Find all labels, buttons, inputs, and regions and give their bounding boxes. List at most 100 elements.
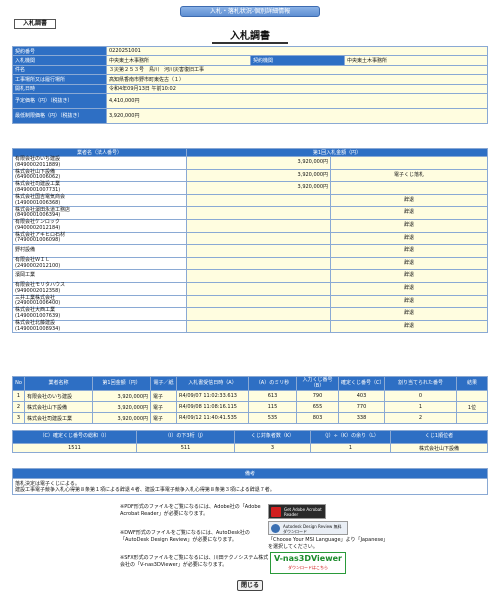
lottery-cell	[456, 412, 488, 424]
close-button[interactable]: 閉じる	[237, 580, 263, 591]
bid-amount	[186, 281, 331, 296]
dwf-note: ※DWF形式のファイルをご覧になるには、AutoDesk社の「AutoDesk …	[120, 530, 250, 543]
bidder-corporate-number: (1490001006368)	[15, 199, 61, 206]
summary-header-cell: くじ1順位者	[390, 430, 488, 444]
open-date-value: 令和4年09月13日 午前10:02	[106, 83, 488, 94]
bidder-corporate-number: (2490002012100)	[15, 262, 61, 269]
document-tag: 入札調書	[14, 19, 56, 29]
item-label: 件名	[12, 64, 107, 76]
lottery-header-cell: （A）のミリ秒	[248, 376, 297, 391]
lottery-header-cell: 入力くじ番号（B）	[296, 376, 339, 391]
bidder-name-cell: 株式会社国吉電気商会 (1490001006368)	[12, 193, 187, 208]
bidder-name-cell: 株式会社司建設工業 (8490001007731)	[12, 181, 187, 195]
summary-header-cell: （C）確定くじ番号の総和（I）	[12, 430, 137, 444]
bidder-name-cell: 有限会社ＷＩＬ (2490002012100)	[12, 256, 187, 271]
summary-value-cell: 1	[310, 443, 391, 453]
adobe-reader-badge[interactable]: Get Adobe Acrobat Reader	[268, 504, 326, 519]
contract-no-value: 0220251001	[106, 45, 488, 57]
vnas-badge-sublabel: ダウンロードはこちら	[288, 565, 328, 570]
summary-value-cell: 1511	[12, 443, 137, 453]
location-value: 高知県香南市野市町東佐古（１）	[106, 74, 488, 85]
lottery-cell: 2	[12, 401, 25, 413]
bidder-corporate-number: (9400002012184)	[15, 224, 61, 231]
lottery-cell: 535	[248, 412, 297, 424]
dwf-language-note: 「Choose Your MSI Language」より「Japanese」を選…	[268, 537, 386, 550]
lottery-table: No 業者名称 第1回金額（円） 電子／紙 入札書受信日時（A） （A）のミリ秒 入力くじ番…	[12, 376, 488, 424]
bidder-row: 三井工業株式会社 (2490001006400) 辞退	[12, 294, 488, 309]
bidder-corporate-number: (8490001006394)	[15, 212, 61, 219]
lottery-cell: 3	[12, 412, 25, 424]
bidder-corporate-number: (1490001008934)	[15, 325, 61, 332]
lottery-cell: 1	[12, 390, 25, 402]
bidder-row: 有限会社ケンロック (9400002012184) 辞退	[12, 218, 488, 233]
lottery-cell: 有限会社のいち建設	[24, 390, 93, 402]
open-date-label: 開札日時	[12, 83, 107, 94]
bid-amount	[186, 319, 331, 334]
contract-agency-value: 中央東土木事務所	[344, 55, 488, 66]
bid-note: 辞退	[330, 193, 488, 208]
lottery-cell: 株式会社山下設備	[24, 401, 93, 413]
lottery-row: 3 株式会社司建設工業 3,920,000円 電子 R4/09/12 11:40:41.…	[12, 412, 488, 424]
page-title: 入札調書	[212, 30, 288, 44]
bidder-row: 株式会社山下設備 (6490001006062) 3,920,000円 電子くじ落札	[12, 168, 488, 183]
planned-price-label: 予定価格（円）（税抜き）	[12, 92, 107, 109]
lottery-cell: R4/09/08 11:08:16.115	[176, 401, 249, 413]
remarks-body: 落札決定は電子くじによる。 建設工事電子競争入札心得第８条第１項による辞退４者、…	[12, 478, 488, 495]
vnas-viewer-badge[interactable]: V-nas3DViewer ダウンロードはこちら	[270, 552, 346, 574]
bidder-corporate-number: (8490002011889)	[15, 161, 61, 168]
bidder-corporate-number: (1490001007639)	[15, 312, 61, 319]
bid-note: 辞退	[330, 307, 488, 321]
lottery-cell: R4/09/07 11:02:33.613	[176, 390, 249, 402]
lottery-row: 1 有限会社のいち建設 3,920,000円 電子 R4/09/07 11:02:33.…	[12, 390, 488, 402]
remarks-table: 備考 落札決定は電子くじによる。 建設工事電子競争入札心得第８条第１項による辞退…	[12, 468, 488, 495]
bid-amount	[186, 256, 331, 271]
bidder-row: 株式会社濵田永道工務店 (8490001006394) 辞退	[12, 206, 488, 220]
bidder-name-cell: 有限会社ケンロック (9400002012184)	[12, 218, 187, 233]
vnas-badge-label: V-nas3DViewer	[274, 554, 342, 563]
bidder-row: 株式会社司建設工業 (8490001007731) 3,920,000円	[12, 181, 488, 195]
bid-note: 辞退	[330, 294, 488, 309]
bid-note: 辞退	[330, 269, 488, 283]
bidder-row: 株式会社国吉電気商会 (1490001006368) 辞退	[12, 193, 488, 208]
bidder-name-cell: 野村設備	[12, 244, 187, 258]
bidder-row: 野村設備 辞退	[12, 244, 488, 258]
bidder-name-cell: 有限会社のいち建設 (8490002011889)	[12, 156, 187, 170]
bid-note: 辞退	[330, 281, 488, 296]
bid-amount	[186, 244, 331, 258]
lottery-cell: 3,920,000円	[92, 390, 151, 402]
agency-value: 中央東土木事務所	[106, 55, 251, 66]
lottery-cell: 338	[338, 412, 385, 424]
bid-amount	[186, 294, 331, 309]
lottery-cell	[456, 390, 488, 402]
summary-row: 1511 511 3 1 株式会社山下設備	[12, 443, 488, 453]
agency-label: 入札機関	[12, 55, 107, 66]
bidder-name-cell: 三井工業株式会社 (2490001006400)	[12, 294, 187, 309]
lottery-cell: 電子	[150, 412, 177, 424]
contract-agency-label: 契約機関	[250, 55, 345, 66]
lottery-cell: 655	[296, 401, 339, 413]
lottery-cell: 803	[296, 412, 339, 424]
bidder-name-cell: 有限会社モリタハウス (9490002012358)	[12, 281, 187, 296]
item-value: ３災第２５３号 鳥川 河川災害復旧工事	[106, 64, 488, 76]
bidder-name-cell: 株式会社山下設備 (6490001006062)	[12, 168, 187, 183]
bidder-name-cell: 株式会社アキヒロ石材 (7490001006098)	[12, 231, 187, 246]
bid-amount	[186, 193, 331, 208]
lottery-cell: 3,920,000円	[92, 412, 151, 424]
bidder-corporate-number: (8490001007731)	[15, 186, 61, 193]
bidder-row: 株式会社アキヒロ石材 (7490001006098) 辞退	[12, 231, 488, 246]
pdf-note: ※PDF形式のファイルをご覧になるには、Adobe社の「Adobe Acroba…	[120, 504, 261, 517]
summary-header-cell: くじ対象者数（K）	[234, 430, 311, 444]
lottery-cell: 790	[296, 390, 339, 402]
bid-amount: 3,920,000円	[186, 168, 331, 183]
bidder-corporate-number: (7490001006098)	[15, 237, 61, 244]
design-review-badge[interactable]: Autodesk Design Review 無料ダウンロード	[268, 521, 348, 535]
bid-amount	[186, 307, 331, 321]
lottery-cell: 1	[384, 401, 457, 413]
remarks-header: 備考	[12, 468, 488, 479]
lottery-header-cell: 確定くじ番号（C）	[338, 376, 385, 391]
min-price-value: 3,920,000円	[106, 107, 488, 124]
bid-amount	[186, 231, 331, 246]
bidder-name: 濱岡工業	[15, 272, 36, 279]
lottery-cell: R4/09/12 11:40:41.535	[176, 412, 249, 424]
lottery-summary-table: （C）確定くじ番号の総和（I） （I）の下3桁（J） くじ対象者数（K） （J）÷（K…	[12, 430, 488, 453]
